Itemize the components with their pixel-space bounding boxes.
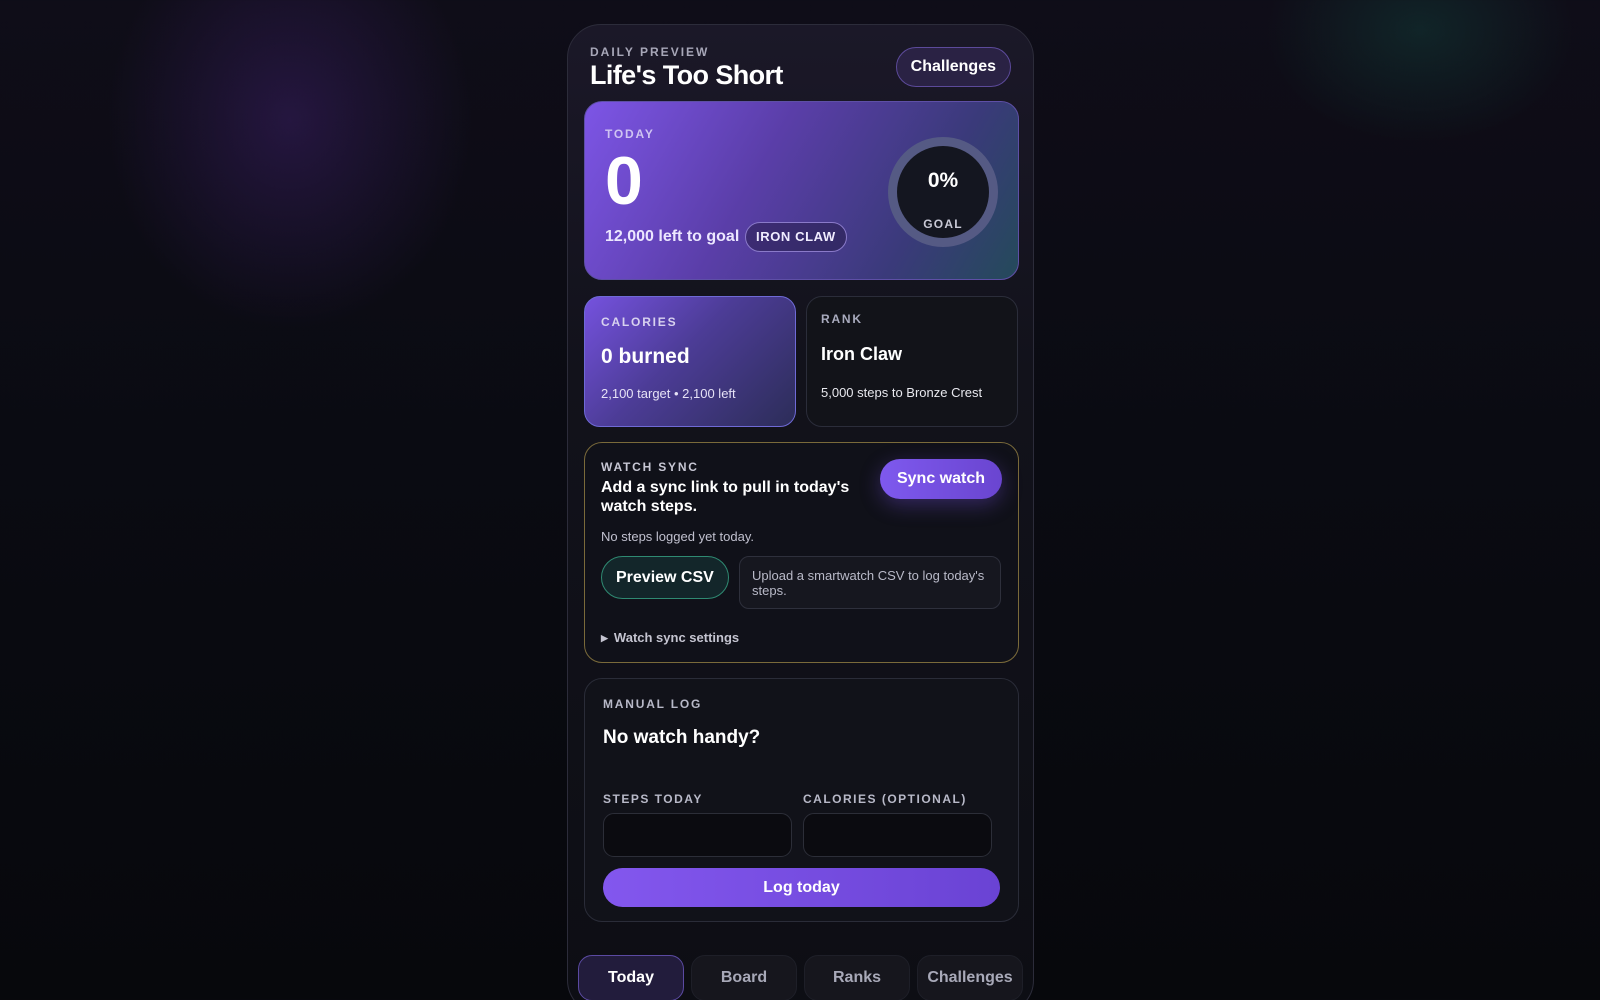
goal-label: GOAL <box>923 217 963 231</box>
rank-badge: IRON CLAW <box>745 222 847 252</box>
goal-ring-center: 0% GOAL <box>897 146 989 238</box>
calories-label: CALORIES <box>601 315 678 329</box>
tab-challenges[interactable]: Challenges <box>917 955 1023 1000</box>
today-card: TODAY 0 12,000 left to goal IRON CLAW 0%… <box>584 101 1019 280</box>
sync-watch-button[interactable]: Sync watch <box>879 459 1002 499</box>
calories-optional-label: CALORIES (OPTIONAL) <box>803 792 967 806</box>
goal-percent: 0% <box>927 169 959 192</box>
preview-csv-button[interactable]: Preview CSV <box>601 556 729 599</box>
calories-value: 0 burned <box>601 345 690 368</box>
app-header: DAILY PREVIEW Life's Too Short Challenge… <box>590 45 1011 90</box>
sync-status: No steps logged yet today. <box>601 529 754 544</box>
csv-hint: Upload a smartwatch CSV to log today's s… <box>739 556 1001 609</box>
rank-label: RANK <box>821 312 863 326</box>
watch-sync-settings-label: Watch sync settings <box>613 630 740 645</box>
rank-card: RANK Iron Claw 5,000 steps to Bronze Cre… <box>806 296 1018 427</box>
today-label: TODAY <box>605 127 655 141</box>
steps-today-label: STEPS TODAY <box>603 792 703 806</box>
today-steps: 0 <box>605 143 643 219</box>
steps-today-input[interactable] <box>603 813 792 857</box>
tab-board[interactable]: Board <box>691 955 797 1000</box>
log-today-button[interactable]: Log today <box>603 868 1000 907</box>
app-frame: DAILY PREVIEW Life's Too Short Challenge… <box>567 24 1034 1000</box>
watch-sync-label: WATCH SYNC <box>601 460 699 474</box>
rank-sub: 5,000 steps to Bronze Crest <box>821 385 983 400</box>
tab-ranks[interactable]: Ranks <box>804 955 910 1000</box>
left-to-goal: 12,000 left to goal <box>605 228 740 245</box>
watch-sync-settings-toggle[interactable]: ▶ Watch sync settings <box>601 630 739 645</box>
rank-value: Iron Claw <box>821 344 903 364</box>
calories-sub: 2,100 target • 2,100 left <box>601 386 736 401</box>
manual-log-headline: No watch handy? <box>603 727 761 748</box>
challenges-button[interactable]: Challenges <box>895 47 1011 87</box>
manual-log-card: MANUAL LOG No watch handy? STEPS TODAY C… <box>584 678 1019 922</box>
watch-sync-card: WATCH SYNC Add a sync link to pull in to… <box>584 442 1019 663</box>
disclosure-triangle-icon: ▶ <box>601 633 608 643</box>
manual-log-label: MANUAL LOG <box>603 697 703 711</box>
bottom-nav: Today Board Ranks Challenges <box>578 955 1025 1000</box>
calories-card: CALORIES 0 burned 2,100 target • 2,100 l… <box>584 296 796 427</box>
calories-input[interactable] <box>803 813 992 857</box>
tab-today[interactable]: Today <box>578 955 684 1000</box>
goal-ring: 0% GOAL <box>888 137 998 247</box>
watch-sync-headline: Add a sync link to pull in today's watch… <box>601 479 850 515</box>
